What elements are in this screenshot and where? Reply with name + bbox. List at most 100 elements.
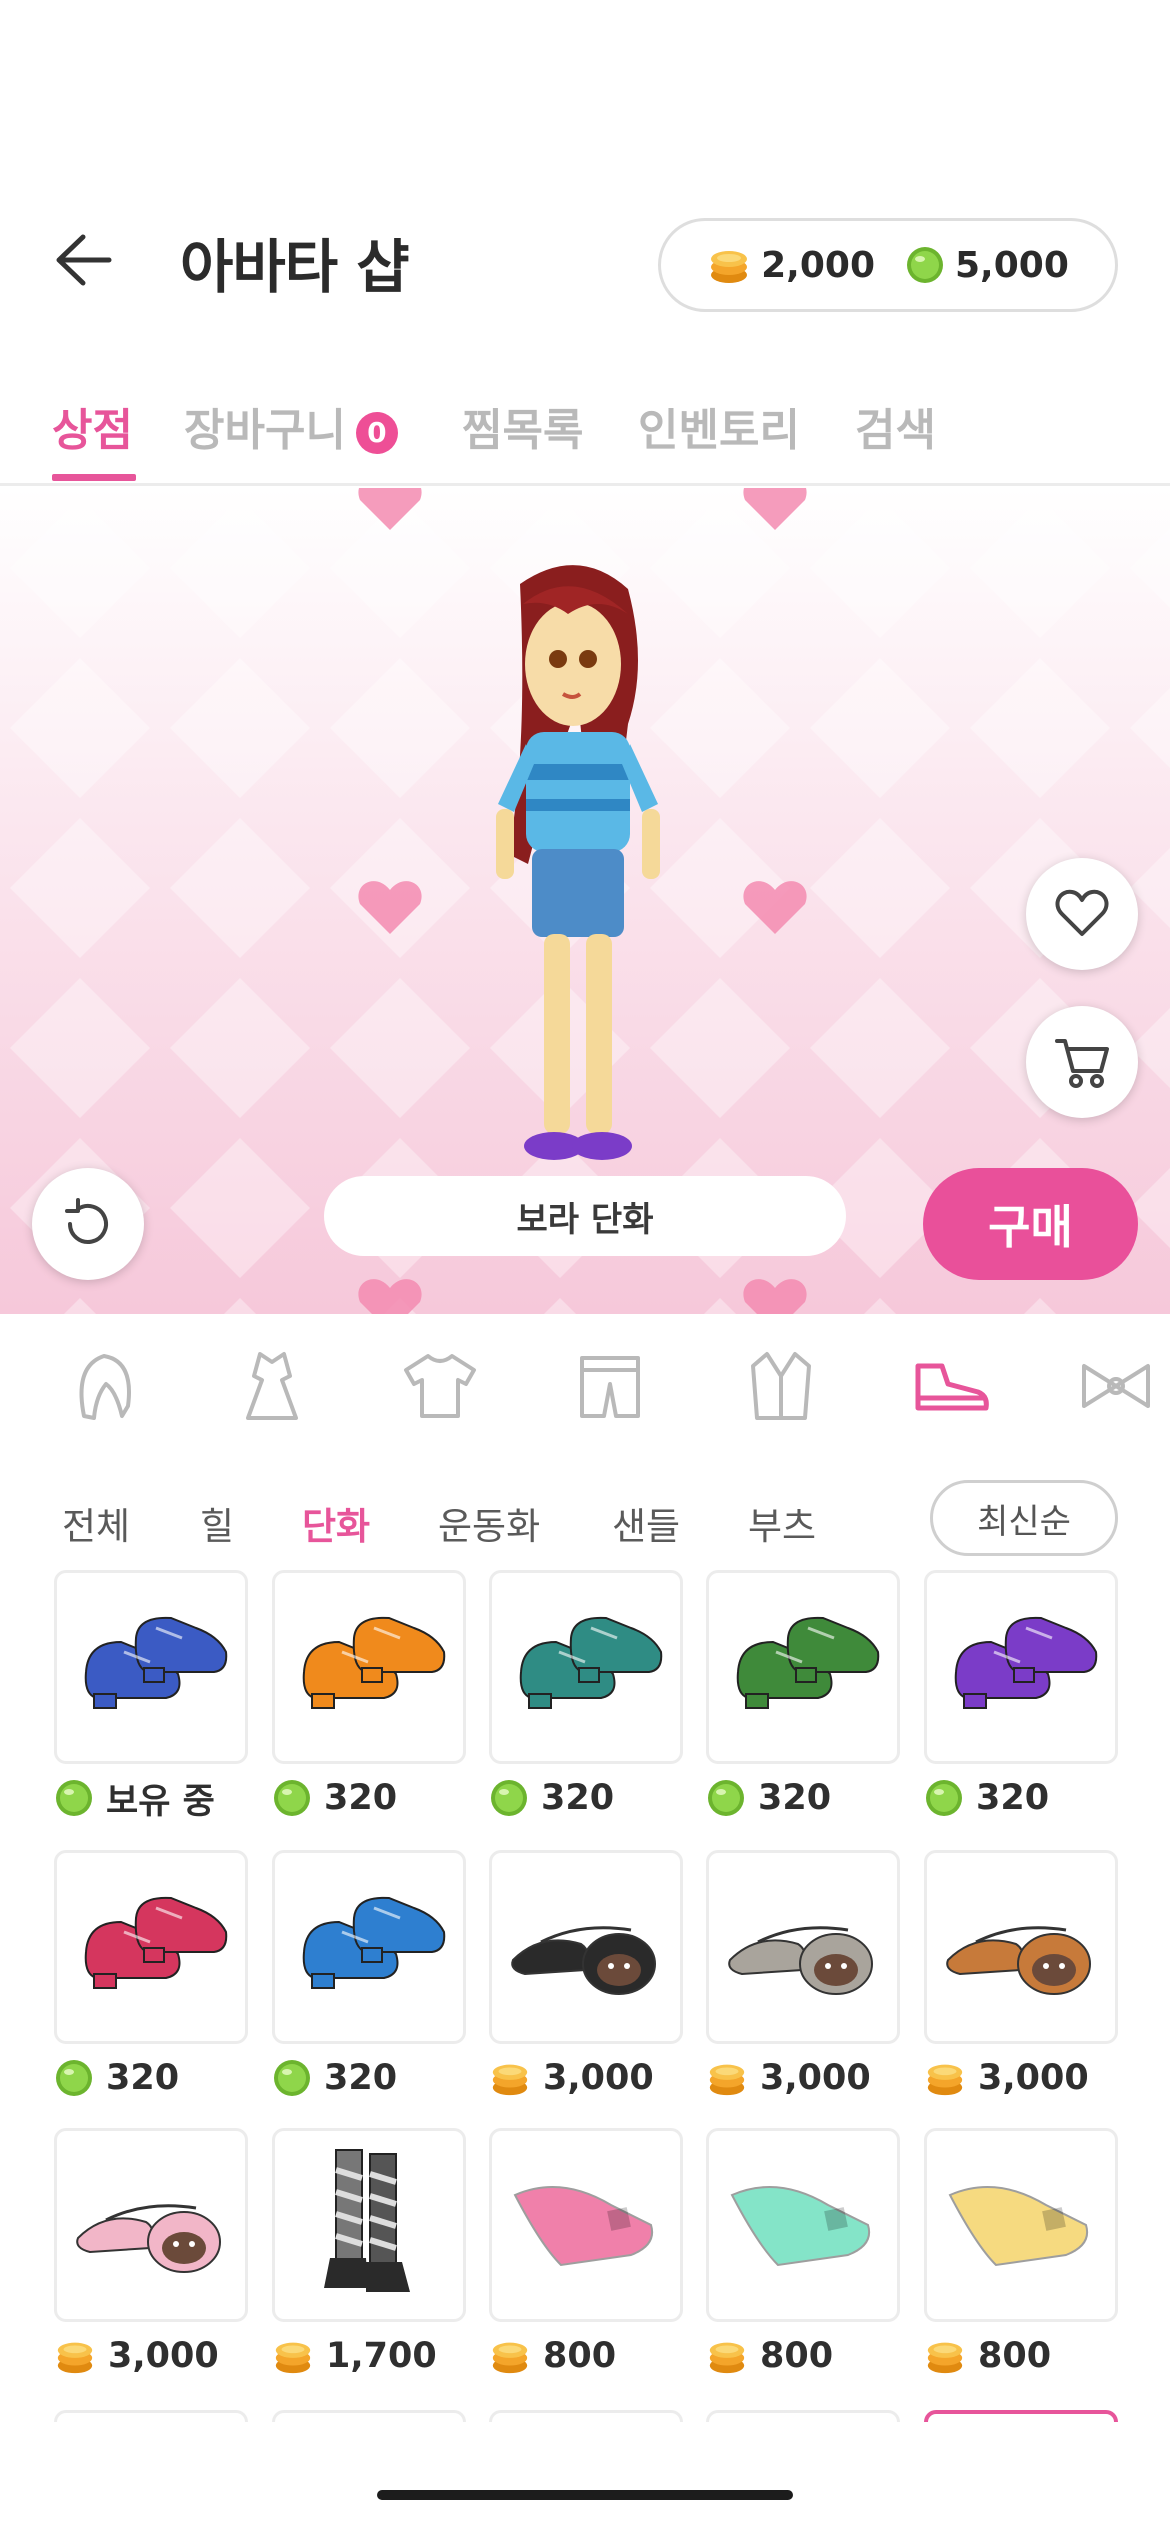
product-thumbnail[interactable]: [706, 1850, 900, 2044]
filter-sneakers[interactable]: 운동화: [438, 1496, 540, 1550]
product-card[interactable]: 3,000: [489, 1850, 683, 2100]
gold-amount: 2,000: [761, 244, 875, 286]
product-price: 800: [706, 2334, 900, 2378]
gold-coin-icon: [927, 2064, 963, 2096]
tab-bar: 상점 장바구니 0 찜목록 인벤토리 검색: [0, 380, 1170, 486]
product-card[interactable]: 320: [54, 1850, 248, 2100]
product-price: 320: [272, 1776, 466, 1820]
product-thumbnail[interactable]: [272, 1570, 466, 1764]
price-text: 320: [324, 1778, 398, 1818]
shoe-image: [511, 1926, 656, 1995]
product-thumbnail[interactable]: [54, 1570, 248, 1764]
active-tab-indicator: [52, 474, 136, 481]
back-button[interactable]: [40, 220, 120, 300]
product-thumbnail[interactable]: [706, 1570, 900, 1764]
category-accessory[interactable]: [1070, 1340, 1162, 1432]
product-card[interactable]: 3,000: [54, 2128, 248, 2378]
product-thumbnail[interactable]: [924, 1850, 1118, 2044]
sort-button[interactable]: 최신순: [930, 1480, 1118, 1556]
category-outer[interactable]: [735, 1340, 827, 1432]
green-gem-icon: [907, 247, 943, 283]
shoe-image: [954, 1616, 1098, 1709]
price-text: 800: [760, 2336, 834, 2376]
page-title: 아바타 샵: [180, 233, 410, 301]
product-card[interactable]: 1,700: [272, 2128, 466, 2378]
next-row-peek: [0, 2410, 1170, 2422]
product-card[interactable]: 320: [706, 1570, 900, 1820]
tab-inventory[interactable]: 인벤토리: [638, 394, 800, 458]
gold-coin-icon: [492, 2064, 528, 2096]
currency-balance[interactable]: 2,000 5,000: [658, 218, 1118, 312]
cart-icon: [1055, 1039, 1109, 1088]
product-thumbnail[interactable]: [706, 2128, 900, 2322]
category-hair[interactable]: [58, 1340, 150, 1432]
product-card[interactable]: 800: [489, 2128, 683, 2378]
product-thumbnail[interactable]: [272, 1850, 466, 2044]
product-card[interactable]: 800: [924, 2128, 1118, 2378]
tab-shop[interactable]: 상점: [52, 394, 133, 458]
product-price: 320: [924, 1776, 1118, 1820]
category-bottom[interactable]: [564, 1340, 656, 1432]
product-price: 3,000: [924, 2056, 1118, 2100]
product-thumbnail[interactable]: [489, 1570, 683, 1764]
product-thumbnail[interactable]: [924, 2128, 1118, 2322]
reset-button[interactable]: [32, 1168, 144, 1280]
pants-icon: [580, 1356, 640, 1418]
gem-amount: 5,000: [955, 244, 1069, 286]
dress-icon: [246, 1352, 298, 1420]
tab-shop-label: 상점: [52, 405, 133, 456]
shoe-image: [730, 2186, 870, 2267]
gold-coin-icon: [927, 2342, 963, 2374]
shoe-image: [513, 2186, 653, 2267]
product-price: 320: [54, 2056, 248, 2100]
product-card[interactable]: 320: [272, 1850, 466, 2100]
bow-icon: [1082, 1364, 1150, 1408]
product-thumbnail[interactable]: [489, 1850, 683, 2044]
product-thumbnail[interactable]: [489, 2128, 683, 2322]
shoe-image: [519, 1616, 663, 1709]
product-price: 800: [924, 2334, 1118, 2378]
tab-inventory-label: 인벤토리: [638, 405, 800, 456]
product-price: 3,000: [489, 2056, 683, 2100]
category-top[interactable]: [394, 1340, 486, 1432]
tab-wishlist[interactable]: 찜목록: [462, 394, 583, 458]
gem-balance: 5,000: [905, 245, 1069, 286]
product-price: 보유 중: [54, 1776, 248, 1822]
filter-heels[interactable]: 힐: [200, 1496, 234, 1550]
product-thumbnail[interactable]: [924, 1570, 1118, 1764]
tab-cart[interactable]: 장바구니 0: [184, 394, 398, 458]
add-to-cart-button[interactable]: [1026, 1006, 1138, 1118]
product-thumbnail[interactable]: [54, 2128, 248, 2322]
home-indicator: [377, 2490, 793, 2500]
header: 아바타 샵 2,000 5,000: [0, 190, 1170, 320]
product-thumbnail[interactable]: [54, 1850, 248, 2044]
price-text: 3,000: [760, 2058, 871, 2098]
filter-boots[interactable]: 부츠: [748, 1496, 816, 1550]
product-card[interactable]: 보유 중: [54, 1570, 248, 1822]
product-card[interactable]: 800: [706, 2128, 900, 2378]
filter-flats[interactable]: 단화: [302, 1496, 370, 1550]
category-shoes[interactable]: [904, 1340, 996, 1432]
avatar-preview: 보라 단화 구매: [0, 488, 1170, 1314]
product-price: 800: [489, 2334, 683, 2378]
product-card[interactable]: 3,000: [924, 1850, 1118, 2100]
product-card[interactable]: 320: [924, 1570, 1118, 1820]
card-peek: [54, 2410, 248, 2422]
category-dress[interactable]: [226, 1340, 318, 1432]
product-thumbnail[interactable]: [272, 2128, 466, 2322]
filter-all[interactable]: 전체: [62, 1496, 130, 1550]
product-card[interactable]: 320: [489, 1570, 683, 1820]
buy-button[interactable]: 구매: [923, 1168, 1138, 1280]
hair-icon: [79, 1354, 131, 1420]
green-gem-icon: [708, 1780, 744, 1816]
back-arrow-icon: [56, 234, 112, 286]
green-gem-icon: [56, 2060, 92, 2096]
price-text: 320: [758, 1778, 832, 1818]
green-gem-icon: [491, 1780, 527, 1816]
product-card[interactable]: 320: [272, 1570, 466, 1820]
wishlist-button[interactable]: [1026, 858, 1138, 970]
filter-sandals[interactable]: 샌들: [612, 1496, 680, 1550]
tab-search[interactable]: 검색: [855, 394, 936, 458]
product-card[interactable]: 3,000: [706, 1850, 900, 2100]
price-text: 320: [324, 2058, 398, 2098]
